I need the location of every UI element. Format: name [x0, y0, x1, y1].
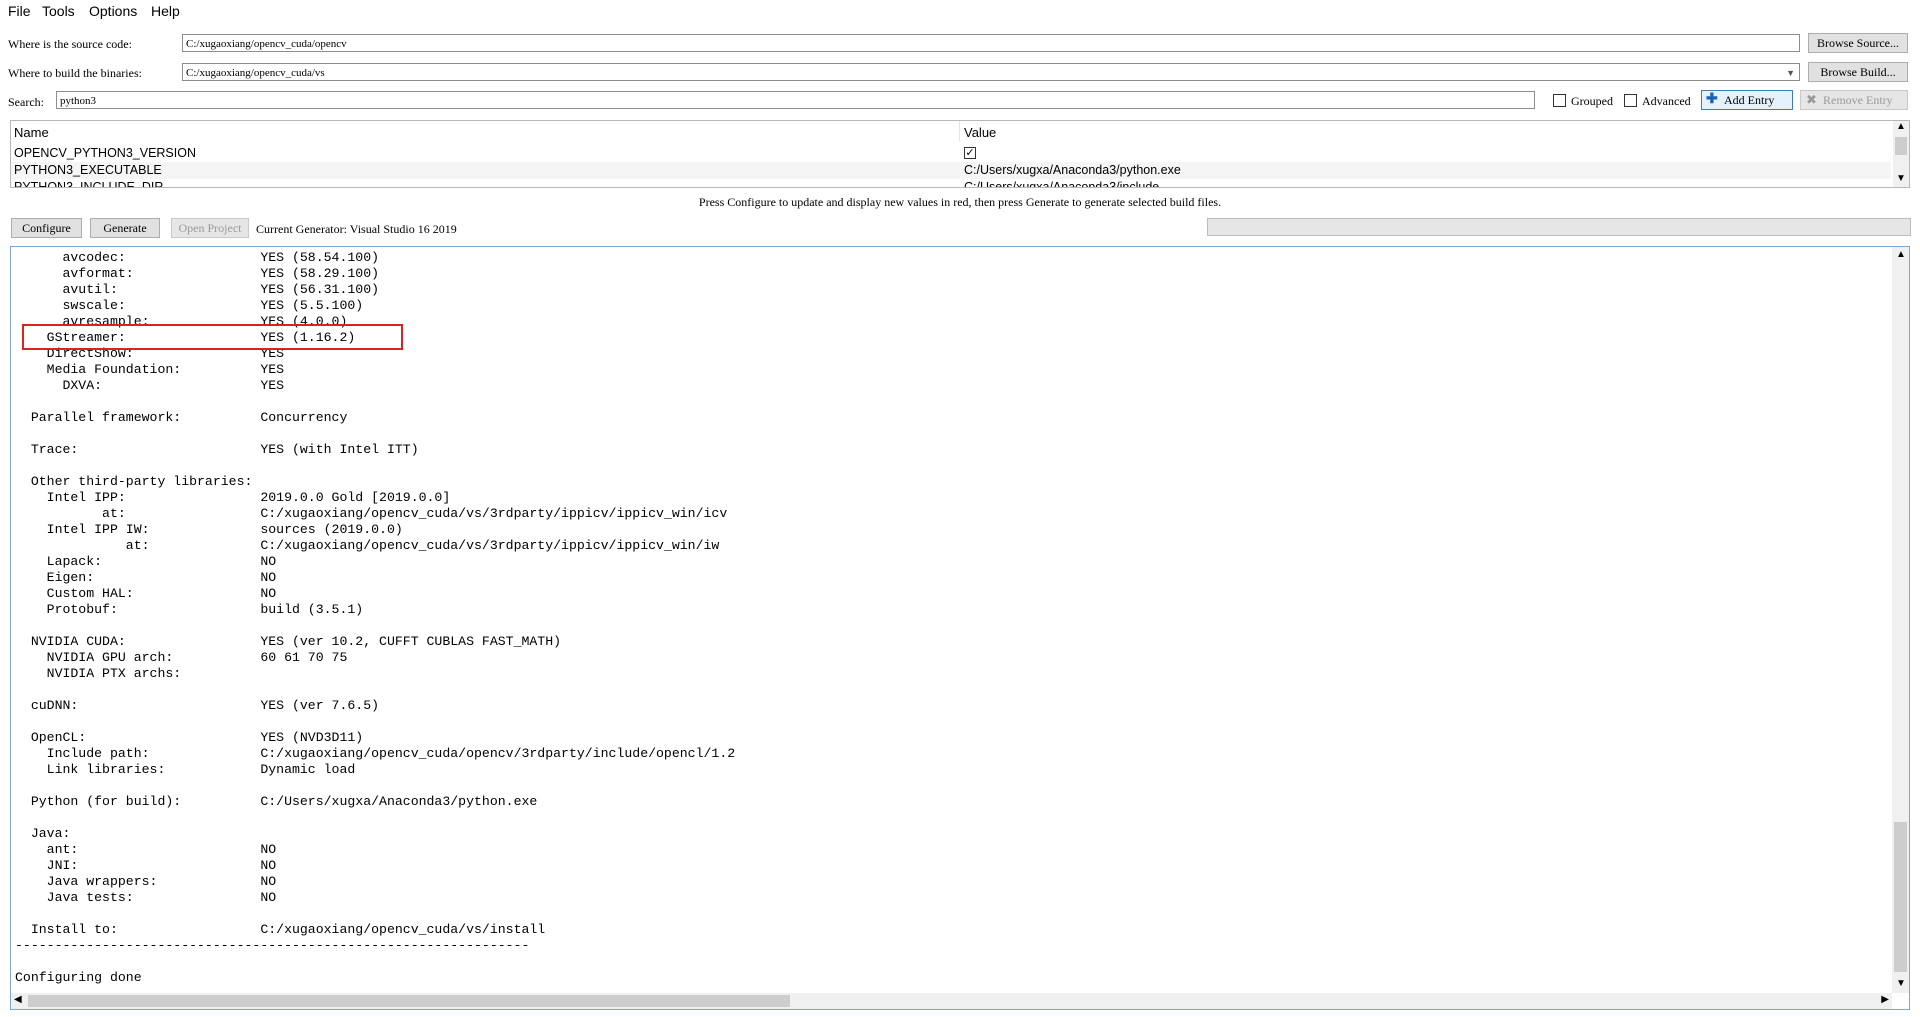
- generate-button[interactable]: Generate: [90, 218, 160, 238]
- configure-button[interactable]: Configure: [11, 218, 82, 238]
- table-row[interactable]: PYTHON3_EXECUTABLE C:/Users/xugxa/Anacon…: [11, 162, 1891, 179]
- source-label: Where is the source code:: [8, 37, 132, 51]
- scroll-up-icon[interactable]: ▲: [1896, 249, 1906, 260]
- column-divider: [959, 121, 960, 141]
- console-horizontal-scrollbar[interactable]: ◀ ▶: [11, 993, 1892, 1009]
- table-row[interactable]: PYTHON3_INCLUDE_DIR C:/Users/xugxa/Anaco…: [11, 179, 1891, 188]
- browse-build-button[interactable]: Browse Build...: [1808, 62, 1908, 82]
- grouped-checkbox[interactable]: [1553, 94, 1566, 107]
- remove-entry-label: Remove Entry: [1823, 93, 1893, 107]
- current-generator: Current Generator: Visual Studio 16 2019: [256, 222, 457, 236]
- browse-source-button[interactable]: Browse Source...: [1808, 33, 1908, 53]
- row-name: PYTHON3_EXECUTABLE: [14, 163, 162, 177]
- search-input[interactable]: python3: [56, 91, 1535, 109]
- menu-tools[interactable]: Tools: [42, 3, 75, 19]
- build-path-value: C:/xugaoxiang/opencv_cuda/vs: [186, 67, 325, 79]
- chevron-down-icon[interactable]: ▼: [1786, 64, 1795, 80]
- row-name: PYTHON3_INCLUDE_DIR: [14, 180, 164, 188]
- cache-table: Name Value OPENCV_PYTHON3_VERSION ✓ PYTH…: [10, 120, 1910, 188]
- open-project-button[interactable]: Open Project: [171, 218, 249, 238]
- remove-entry-button[interactable]: ✖ Remove Entry: [1800, 90, 1908, 110]
- scrollbar-thumb[interactable]: [1894, 822, 1907, 972]
- scroll-down-icon[interactable]: ▼: [1896, 173, 1906, 184]
- console-vertical-scrollbar[interactable]: ▲ ▼: [1892, 247, 1909, 993]
- progress-bar: [1207, 218, 1911, 236]
- status-hint: Press Configure to update and display ne…: [698, 195, 1222, 209]
- build-path-combobox[interactable]: C:/xugaoxiang/opencv_cuda/vs ▼: [182, 63, 1800, 81]
- row-value: C:/Users/xugxa/Anaconda3/python.exe: [964, 163, 1181, 177]
- menu-help[interactable]: Help: [151, 3, 180, 19]
- scroll-right-icon[interactable]: ▶: [1881, 994, 1889, 1005]
- menu-file[interactable]: File: [8, 3, 31, 19]
- plus-icon: ✚: [1706, 92, 1718, 107]
- highlight-box: [22, 324, 403, 350]
- add-entry-label: Add Entry: [1724, 93, 1775, 107]
- console-log: avcodec: YES (58.54.100) avformat: YES (…: [15, 250, 736, 985]
- scroll-down-icon[interactable]: ▼: [1896, 978, 1906, 989]
- output-console[interactable]: avcodec: YES (58.54.100) avformat: YES (…: [10, 246, 1910, 1010]
- scrollbar-thumb[interactable]: [28, 995, 790, 1007]
- add-entry-button[interactable]: ✚ Add Entry: [1701, 90, 1793, 110]
- row-value: C:/Users/xugxa/Anaconda3/include: [964, 180, 1160, 188]
- row-name: OPENCV_PYTHON3_VERSION: [14, 146, 196, 160]
- table-scrollbar[interactable]: ▲ ▼: [1893, 121, 1909, 187]
- source-path-input[interactable]: C:/xugaoxiang/opencv_cuda/opencv: [182, 34, 1800, 52]
- menu-options[interactable]: Options: [89, 3, 137, 19]
- column-header-value[interactable]: Value: [964, 125, 996, 140]
- scroll-left-icon[interactable]: ◀: [14, 994, 22, 1005]
- remove-icon: ✖: [1806, 92, 1817, 107]
- advanced-label: Advanced: [1642, 94, 1691, 108]
- menu-bar: File Tools Options Help: [0, 0, 1920, 24]
- column-header-name[interactable]: Name: [14, 125, 49, 140]
- grouped-label: Grouped: [1571, 94, 1613, 108]
- table-row[interactable]: OPENCV_PYTHON3_VERSION ✓: [11, 145, 1891, 162]
- search-label: Search:: [8, 95, 44, 109]
- scrollbar-thumb[interactable]: [1895, 137, 1907, 155]
- python3-version-checkbox[interactable]: ✓: [964, 147, 976, 159]
- scroll-up-icon[interactable]: ▲: [1896, 121, 1906, 132]
- build-label: Where to build the binaries:: [8, 66, 142, 80]
- advanced-checkbox[interactable]: [1624, 94, 1637, 107]
